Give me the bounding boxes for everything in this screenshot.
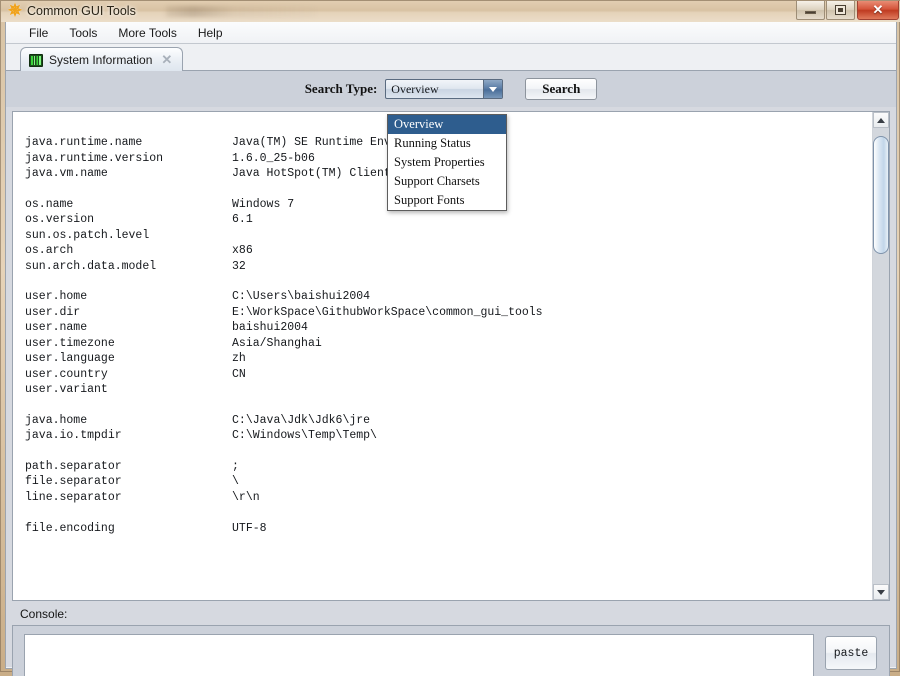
application-window: ✵ Common GUI Tools ✕ File Tools More Too… [0,0,900,676]
minimize-icon [797,1,824,19]
menu-item-tools[interactable]: Tools [60,24,106,42]
monitor-icon [29,53,43,67]
menu-bar: File Tools More Tools Help [6,22,896,44]
search-toolbar: Search Type: Overview Search [6,71,896,107]
search-type-selected-value: Overview [391,81,439,96]
output-vertical-scrollbar[interactable] [872,112,889,600]
scroll-up-arrow-icon[interactable] [873,112,889,128]
search-type-dropdown-list[interactable]: Overview Running Status System Propertie… [387,114,507,211]
chevron-down-icon[interactable] [483,80,503,98]
dropdown-option-system-properties[interactable]: System Properties [388,153,506,172]
maximize-button[interactable] [826,1,855,20]
desktop-backdrop: ✵ Common GUI Tools ✕ File Tools More Too… [0,0,900,676]
tab-system-information[interactable]: System Information ✕ [20,47,184,72]
dropdown-option-running-status[interactable]: Running Status [388,134,506,153]
dropdown-option-support-fonts[interactable]: Support Fonts [388,191,506,210]
close-button[interactable]: ✕ [857,1,899,20]
search-type-label: Search Type: [304,81,378,96]
minimize-button[interactable] [796,1,825,20]
tab-strip: System Information ✕ [6,44,896,72]
console-panel: paste clear [12,625,890,676]
asterisk-icon: ✵ [7,1,23,20]
tab-label: System Information [49,53,153,67]
menu-item-more-tools[interactable]: More Tools [109,24,185,42]
menu-item-help[interactable]: Help [189,24,232,42]
tab-close-icon[interactable]: ✕ [161,53,172,66]
title-bar: ✵ Common GUI Tools ✕ [1,1,900,22]
window-title: Common GUI Tools [27,4,136,18]
scroll-down-arrow-icon[interactable] [873,584,889,600]
menu-item-file[interactable]: File [20,24,57,42]
dropdown-option-overview[interactable]: Overview [388,115,506,134]
maximize-icon [827,1,854,19]
console-label: Console: [20,607,68,621]
console-input[interactable] [24,634,814,676]
dropdown-option-support-charsets[interactable]: Support Charsets [388,172,506,191]
search-button[interactable]: Search [525,78,598,100]
title-bar-blur-artifact [166,6,316,17]
search-type-combobox[interactable]: Overview [385,79,504,99]
paste-button[interactable]: paste [825,636,877,670]
scrollbar-track[interactable] [873,128,889,584]
close-icon: ✕ [872,2,884,17]
scrollbar-thumb[interactable] [873,136,889,254]
